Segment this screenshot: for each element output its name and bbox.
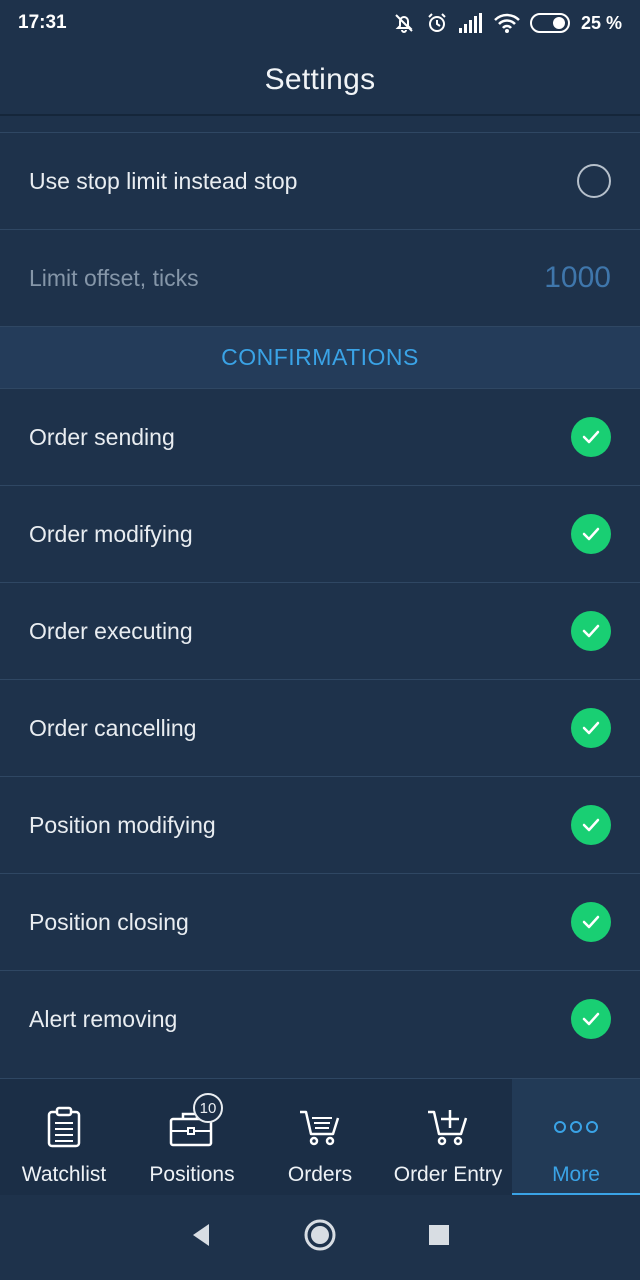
setting-position-modifying[interactable]: Position modifying [0, 776, 640, 873]
setting-label: Limit offset, ticks [29, 264, 199, 291]
briefcase-icon: 10 [169, 1093, 223, 1151]
check-icon[interactable] [571, 514, 611, 554]
setting-label: Position closing [29, 908, 189, 935]
setting-limit-offset[interactable]: Limit offset, ticks 1000 [0, 229, 640, 326]
battery-icon [529, 12, 572, 34]
more-dots-icon [553, 1103, 599, 1151]
check-icon[interactable] [571, 805, 611, 845]
alarm-icon [425, 11, 449, 35]
use-stop-limit-radio[interactable] [577, 164, 611, 198]
tab-orders[interactable]: Orders [256, 1079, 384, 1196]
cart-list-icon [298, 1103, 342, 1151]
section-header-confirmations: CONFIRMATIONS [0, 326, 640, 388]
check-icon[interactable] [571, 611, 611, 651]
clipboard-icon [46, 1103, 82, 1151]
setting-alert-removing[interactable]: Alert removing [0, 970, 640, 1067]
setting-label: Order executing [29, 617, 193, 644]
setting-label: Order sending [29, 423, 175, 450]
tab-label: Positions [149, 1163, 235, 1186]
setting-order-cancelling[interactable]: Order cancelling [0, 679, 640, 776]
battery-level: 25 % [580, 12, 622, 33]
status-icons: 25 % [392, 11, 622, 35]
mute-bell-icon [392, 11, 416, 35]
status-time: 17:31 [18, 12, 67, 33]
check-icon[interactable] [571, 417, 611, 457]
setting-label: Order modifying [29, 520, 193, 547]
setting-label: Alert removing [29, 1005, 178, 1032]
section-label: CONFIRMATIONS [221, 344, 419, 370]
check-icon[interactable] [571, 902, 611, 942]
back-icon[interactable] [189, 1222, 213, 1253]
setting-label: Position modifying [29, 811, 216, 838]
tab-label: Order Entry [393, 1163, 503, 1186]
cart-plus-icon [426, 1103, 470, 1151]
system-nav-bar [0, 1195, 640, 1280]
setting-order-sending[interactable]: Order sending [0, 388, 640, 485]
status-bar: 17:31 25 % [0, 0, 640, 46]
check-icon[interactable] [571, 999, 611, 1039]
tab-order-entry[interactable]: Order Entry [384, 1079, 512, 1196]
home-icon[interactable] [303, 1218, 337, 1257]
settings-list: Use stop limit instead stop Limit offset… [0, 116, 640, 1067]
recents-icon[interactable] [427, 1223, 451, 1252]
positions-count-badge: 10 [193, 1093, 223, 1123]
page-title: Settings [264, 63, 376, 96]
app-bar: Settings [0, 46, 640, 116]
setting-order-executing[interactable]: Order executing [0, 582, 640, 679]
tab-positions[interactable]: 10 Positions [128, 1079, 256, 1196]
check-icon[interactable] [571, 708, 611, 748]
setting-label: Use stop limit instead stop [29, 167, 298, 194]
setting-order-modifying[interactable]: Order modifying [0, 485, 640, 582]
list-top-spacer [0, 116, 640, 132]
setting-use-stop-limit[interactable]: Use stop limit instead stop [0, 132, 640, 229]
tab-label: More [552, 1163, 600, 1186]
setting-position-closing[interactable]: Position closing [0, 873, 640, 970]
tab-label: Watchlist [21, 1163, 107, 1186]
wifi-icon [493, 12, 521, 34]
signal-icon [458, 12, 484, 34]
bottom-tab-bar: Watchlist 10 Positions Orders Order Entr… [0, 1078, 640, 1196]
setting-label: Order cancelling [29, 714, 197, 741]
tab-more[interactable]: More [512, 1079, 640, 1196]
tab-label: Orders [287, 1163, 353, 1186]
limit-offset-value[interactable]: 1000 [544, 261, 611, 295]
tab-watchlist[interactable]: Watchlist [0, 1079, 128, 1196]
